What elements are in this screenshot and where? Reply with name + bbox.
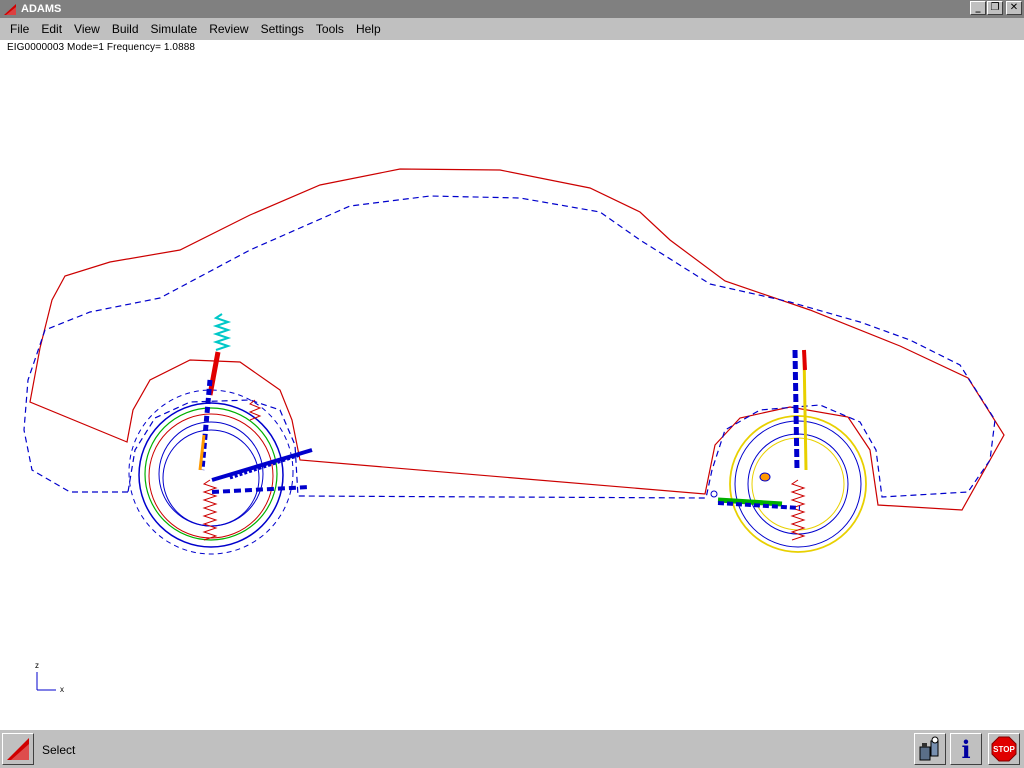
triad-x-label: x: [60, 685, 64, 694]
rear-strut-red: [802, 349, 807, 371]
front-tie-rod: [229, 453, 301, 480]
rear-bushing: [759, 472, 771, 482]
stop-label: STOP: [993, 744, 1015, 754]
front-spring-cyan: [212, 313, 232, 351]
rear-tire-yellow: [729, 415, 867, 553]
rear-strut-blue: [792, 349, 800, 471]
front-hub: [162, 429, 260, 527]
vehicle-body-outline: [29, 168, 1005, 511]
front-strut-blue: [199, 379, 213, 471]
front-tire-outer: [138, 402, 284, 548]
front-strut-red: [207, 351, 221, 396]
front-tire-green: [144, 407, 278, 541]
front-spring-red: [202, 479, 218, 541]
rear-wheel-assembly[interactable]: [710, 349, 867, 553]
coordinate-triad: z x: [35, 661, 64, 694]
front-tire-red: [148, 413, 274, 539]
rear-link-blue: [717, 501, 801, 510]
status-bar: Select i STOP: [0, 729, 1024, 768]
triad-z-label: z: [35, 661, 39, 670]
stop-button[interactable]: STOP: [988, 733, 1020, 765]
rear-pivot: [710, 490, 718, 498]
vehicle-model-drawing[interactable]: z x: [0, 0, 1024, 728]
rear-spring-red: [790, 479, 806, 541]
info-icon-label: i: [961, 734, 971, 764]
info-icon[interactable]: i: [950, 733, 982, 765]
status-text: Select: [42, 743, 76, 757]
front-link-dashed: [211, 485, 311, 494]
front-wheel-assembly[interactable]: [128, 313, 313, 555]
tools-palette-icon[interactable]: [914, 733, 946, 765]
select-mode-icon[interactable]: [2, 733, 34, 765]
